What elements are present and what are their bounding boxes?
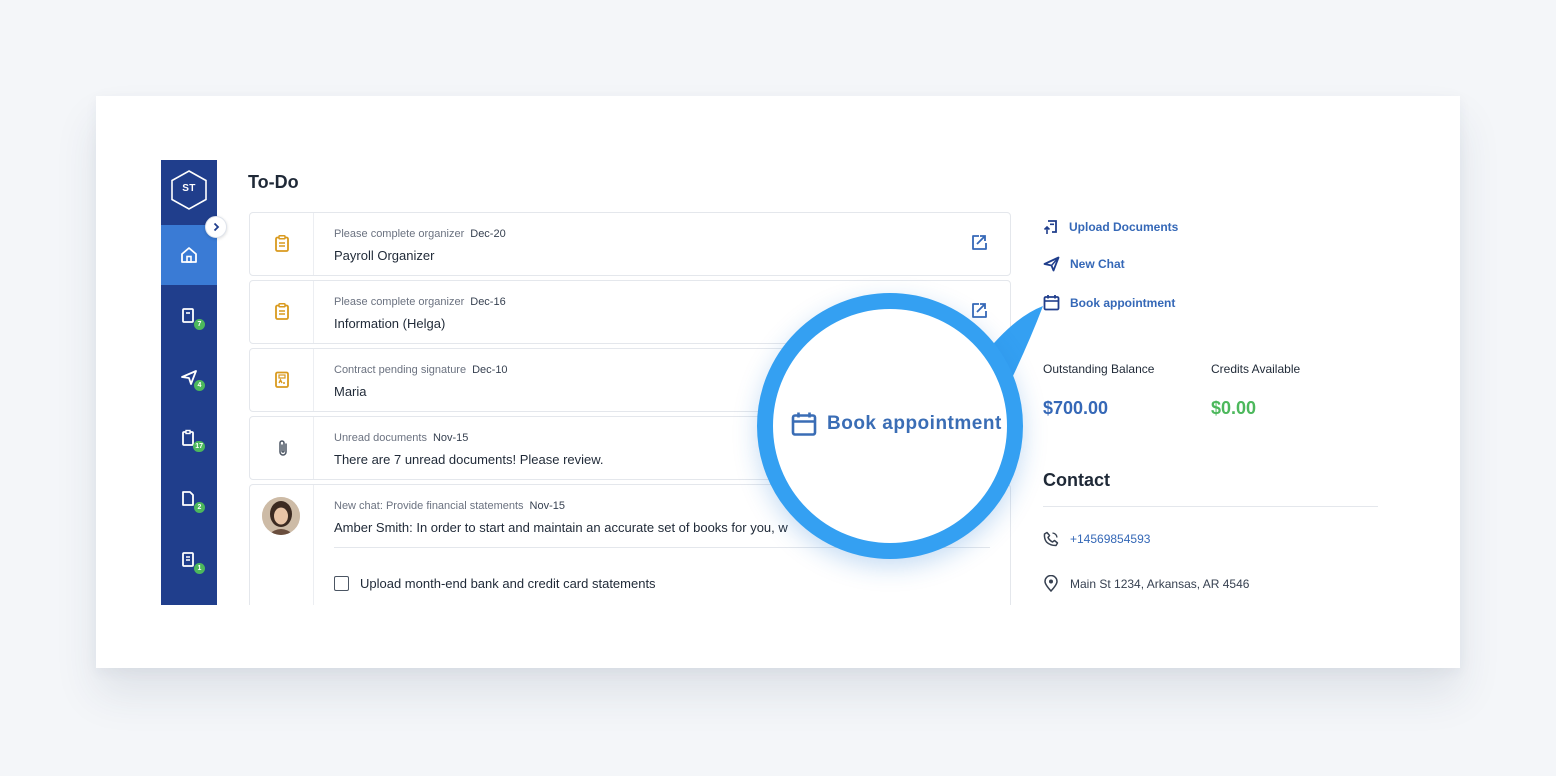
calendar-icon — [791, 412, 817, 436]
magnified-book-appointment-label: Book appointment — [827, 413, 1002, 434]
magnifier-callout: Book appointment — [757, 293, 1023, 559]
